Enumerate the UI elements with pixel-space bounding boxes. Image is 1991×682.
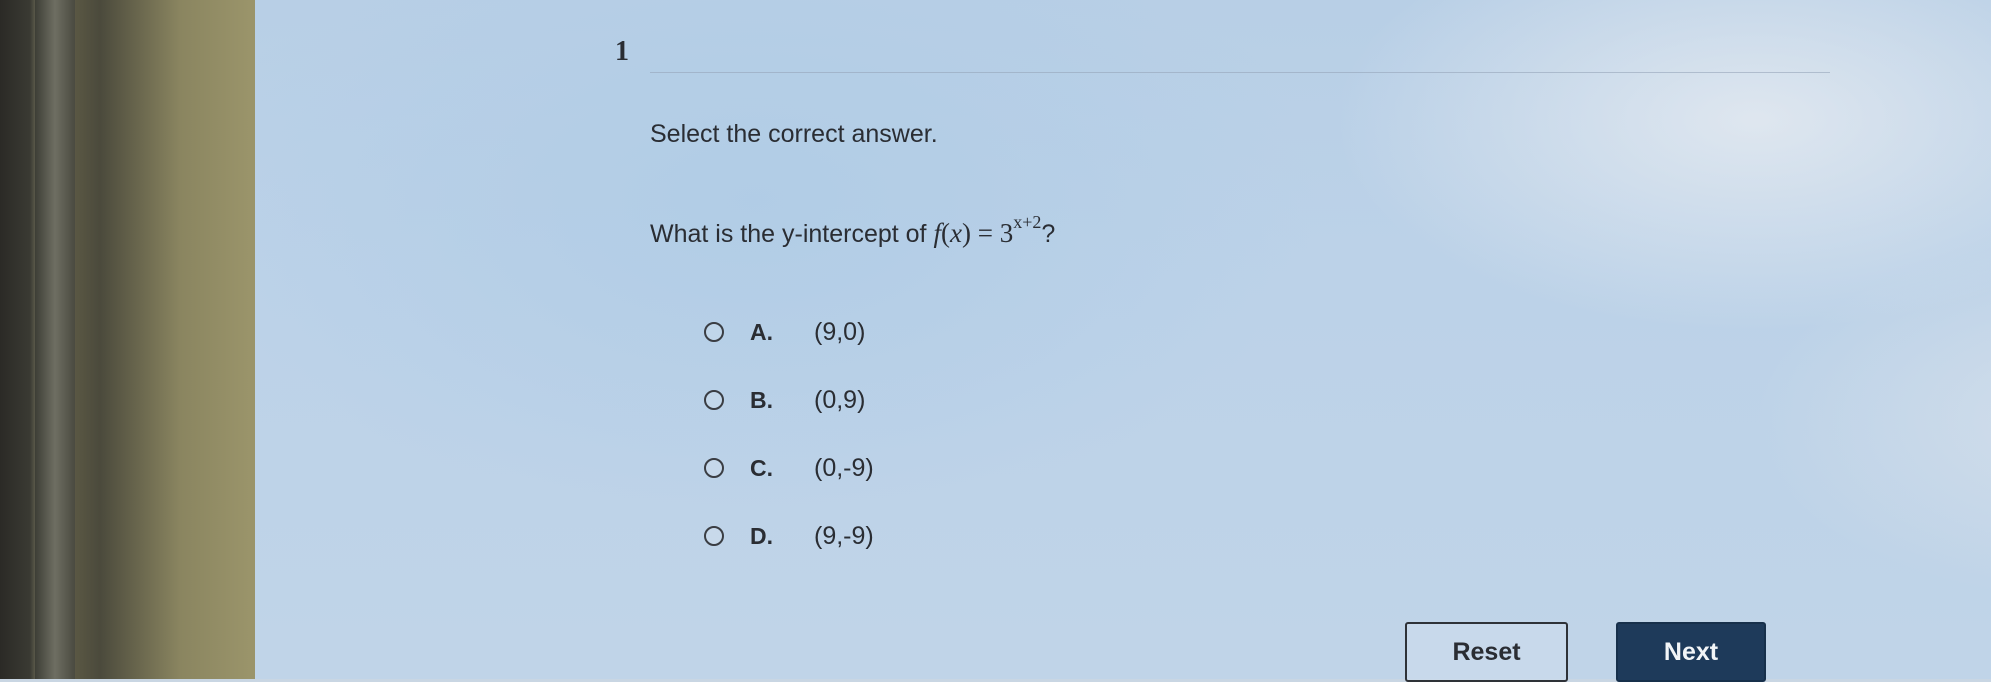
- option-d[interactable]: D. (9,-9): [704, 502, 874, 570]
- question-divider: [650, 72, 1830, 73]
- radio-button-b[interactable]: [704, 390, 724, 410]
- exponent-base: 3: [999, 218, 1014, 248]
- option-value: (9,-9): [814, 521, 874, 550]
- option-a[interactable]: A. (9,0): [704, 298, 865, 366]
- question-prompt-text: What is the y-intercept of: [650, 220, 934, 248]
- answer-options: A. (9,0) B. (0,9) C. (0,-9) D. (9,-9): [704, 298, 874, 570]
- reset-button[interactable]: Reset: [1405, 622, 1568, 682]
- option-letter: D.: [750, 522, 773, 549]
- option-c[interactable]: C. (0,-9): [704, 434, 874, 502]
- question-number: 1: [615, 36, 629, 67]
- next-button[interactable]: Next: [1616, 622, 1766, 682]
- option-letter: C.: [750, 454, 773, 481]
- radio-button-d[interactable]: [704, 526, 724, 546]
- screen-area: [255, 0, 1991, 679]
- question-mark: ?: [1041, 220, 1056, 248]
- radio-button-c[interactable]: [704, 458, 724, 478]
- monitor-bezel-edge: [35, 0, 75, 679]
- question-instruction: Select the correct answer.: [650, 120, 938, 148]
- function-variable: x: [949, 218, 962, 248]
- option-letter: A.: [750, 318, 773, 345]
- function-name: f: [933, 218, 941, 248]
- option-value: (0,-9): [814, 453, 874, 482]
- exponent: x+2: [1013, 212, 1042, 232]
- option-value: (9,0): [814, 317, 866, 346]
- option-value: (0,9): [814, 385, 866, 414]
- option-letter: B.: [750, 386, 773, 413]
- equals-sign: =: [970, 218, 1000, 248]
- radio-button-a[interactable]: [704, 322, 724, 342]
- question-prompt: What is the y-intercept of f(x) = 3x+2?: [650, 212, 1056, 249]
- function-expression: f(x) = 3x+2: [933, 212, 1042, 248]
- option-b[interactable]: B. (0,9): [704, 366, 865, 434]
